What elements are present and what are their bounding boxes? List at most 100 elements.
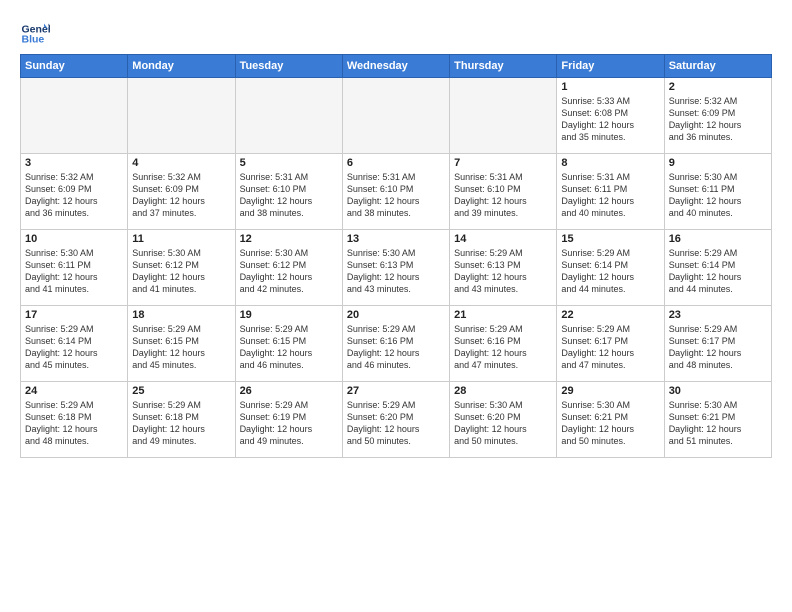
day-number: 20 xyxy=(347,309,445,321)
week-row-2: 3 Sunrise: 5:32 AM Sunset: 6:09 PM Daylig… xyxy=(21,154,772,230)
day-number: 5 xyxy=(240,157,338,169)
day-number: 6 xyxy=(347,157,445,169)
day-number: 3 xyxy=(25,157,123,169)
day-number: 10 xyxy=(25,233,123,245)
day-number: 11 xyxy=(132,233,230,245)
day-number: 21 xyxy=(454,309,552,321)
calendar-cell: 7 Sunrise: 5:31 AM Sunset: 6:10 PM Daylig… xyxy=(450,154,557,230)
calendar-cell: 22 Sunrise: 5:29 AM Sunset: 6:17 PM Dayli… xyxy=(557,306,664,382)
day-info: Sunrise: 5:29 AM Sunset: 6:14 PM Dayligh… xyxy=(669,247,767,296)
day-number: 27 xyxy=(347,385,445,397)
day-number: 17 xyxy=(25,309,123,321)
calendar-cell: 15 Sunrise: 5:29 AM Sunset: 6:14 PM Dayli… xyxy=(557,230,664,306)
day-info: Sunrise: 5:32 AM Sunset: 6:09 PM Dayligh… xyxy=(669,95,767,144)
day-header-monday: Monday xyxy=(128,55,235,78)
calendar-table: SundayMondayTuesdayWednesdayThursdayFrid… xyxy=(20,54,772,458)
day-info: Sunrise: 5:29 AM Sunset: 6:14 PM Dayligh… xyxy=(561,247,659,296)
day-info: Sunrise: 5:32 AM Sunset: 6:09 PM Dayligh… xyxy=(132,171,230,220)
week-row-5: 24 Sunrise: 5:29 AM Sunset: 6:18 PM Dayli… xyxy=(21,382,772,458)
day-info: Sunrise: 5:30 AM Sunset: 6:12 PM Dayligh… xyxy=(240,247,338,296)
day-info: Sunrise: 5:30 AM Sunset: 6:11 PM Dayligh… xyxy=(25,247,123,296)
day-info: Sunrise: 5:29 AM Sunset: 6:17 PM Dayligh… xyxy=(669,323,767,372)
logo-icon: General Blue xyxy=(20,16,50,46)
calendar-cell: 20 Sunrise: 5:29 AM Sunset: 6:16 PM Dayli… xyxy=(342,306,449,382)
calendar-cell: 13Sunrise: 5:30 AM Sunset: 6:13 PM Dayli… xyxy=(342,230,449,306)
day-info: Sunrise: 5:31 AM Sunset: 6:10 PM Dayligh… xyxy=(454,171,552,220)
calendar-cell xyxy=(450,78,557,154)
day-number: 15 xyxy=(561,233,659,245)
calendar-cell: 18 Sunrise: 5:29 AM Sunset: 6:15 PM Dayli… xyxy=(128,306,235,382)
day-number: 24 xyxy=(25,385,123,397)
calendar-cell: 4Sunrise: 5:32 AM Sunset: 6:09 PM Daylig… xyxy=(128,154,235,230)
calendar-cell: 24 Sunrise: 5:29 AM Sunset: 6:18 PM Dayli… xyxy=(21,382,128,458)
day-info: Sunrise: 5:29 AM Sunset: 6:19 PM Dayligh… xyxy=(240,399,338,448)
day-info: Sunrise: 5:31 AM Sunset: 6:10 PM Dayligh… xyxy=(240,171,338,220)
calendar-cell: 30 Sunrise: 5:30 AM Sunset: 6:21 PM Dayli… xyxy=(664,382,771,458)
day-info: Sunrise: 5:30 AM Sunset: 6:20 PM Dayligh… xyxy=(454,399,552,448)
day-number: 28 xyxy=(454,385,552,397)
day-info: Sunrise: 5:32 AM Sunset: 6:09 PM Dayligh… xyxy=(25,171,123,220)
calendar-cell: 12 Sunrise: 5:30 AM Sunset: 6:12 PM Dayli… xyxy=(235,230,342,306)
calendar-header-row: SundayMondayTuesdayWednesdayThursdayFrid… xyxy=(21,55,772,78)
day-number: 22 xyxy=(561,309,659,321)
day-number: 30 xyxy=(669,385,767,397)
day-header-friday: Friday xyxy=(557,55,664,78)
day-number: 9 xyxy=(669,157,767,169)
calendar-cell: 9Sunrise: 5:30 AM Sunset: 6:11 PM Daylig… xyxy=(664,154,771,230)
day-info: Sunrise: 5:29 AM Sunset: 6:16 PM Dayligh… xyxy=(347,323,445,372)
day-number: 2 xyxy=(669,81,767,93)
day-number: 7 xyxy=(454,157,552,169)
day-info: Sunrise: 5:33 AM Sunset: 6:08 PM Dayligh… xyxy=(561,95,659,144)
day-number: 29 xyxy=(561,385,659,397)
day-header-saturday: Saturday xyxy=(664,55,771,78)
day-info: Sunrise: 5:30 AM Sunset: 6:12 PM Dayligh… xyxy=(132,247,230,296)
day-info: Sunrise: 5:29 AM Sunset: 6:18 PM Dayligh… xyxy=(25,399,123,448)
logo: General Blue xyxy=(20,16,54,46)
svg-text:Blue: Blue xyxy=(22,33,45,45)
calendar-cell xyxy=(235,78,342,154)
day-info: Sunrise: 5:29 AM Sunset: 6:20 PM Dayligh… xyxy=(347,399,445,448)
day-header-thursday: Thursday xyxy=(450,55,557,78)
page-header: General Blue xyxy=(20,16,772,46)
calendar-cell: 1 Sunrise: 5:33 AM Sunset: 6:08 PM Daylig… xyxy=(557,78,664,154)
day-info: Sunrise: 5:30 AM Sunset: 6:21 PM Dayligh… xyxy=(561,399,659,448)
day-number: 8 xyxy=(561,157,659,169)
calendar-cell: 26 Sunrise: 5:29 AM Sunset: 6:19 PM Dayli… xyxy=(235,382,342,458)
day-info: Sunrise: 5:31 AM Sunset: 6:10 PM Dayligh… xyxy=(347,171,445,220)
day-info: Sunrise: 5:29 AM Sunset: 6:15 PM Dayligh… xyxy=(132,323,230,372)
calendar-cell: 23 Sunrise: 5:29 AM Sunset: 6:17 PM Dayli… xyxy=(664,306,771,382)
calendar-cell: 11 Sunrise: 5:30 AM Sunset: 6:12 PM Dayli… xyxy=(128,230,235,306)
day-number: 23 xyxy=(669,309,767,321)
calendar-cell: 3 Sunrise: 5:32 AM Sunset: 6:09 PM Daylig… xyxy=(21,154,128,230)
day-info: Sunrise: 5:29 AM Sunset: 6:13 PM Dayligh… xyxy=(454,247,552,296)
week-row-3: 10 Sunrise: 5:30 AM Sunset: 6:11 PM Dayli… xyxy=(21,230,772,306)
day-info: Sunrise: 5:29 AM Sunset: 6:17 PM Dayligh… xyxy=(561,323,659,372)
calendar-cell: 6 Sunrise: 5:31 AM Sunset: 6:10 PM Daylig… xyxy=(342,154,449,230)
calendar-cell: 5 Sunrise: 5:31 AM Sunset: 6:10 PM Daylig… xyxy=(235,154,342,230)
day-number: 26 xyxy=(240,385,338,397)
calendar-cell: 8 Sunrise: 5:31 AM Sunset: 6:11 PM Daylig… xyxy=(557,154,664,230)
day-number: 16 xyxy=(669,233,767,245)
calendar-cell: 10 Sunrise: 5:30 AM Sunset: 6:11 PM Dayli… xyxy=(21,230,128,306)
calendar-cell xyxy=(128,78,235,154)
calendar-cell: 28 Sunrise: 5:30 AM Sunset: 6:20 PM Dayli… xyxy=(450,382,557,458)
day-info: Sunrise: 5:30 AM Sunset: 6:21 PM Dayligh… xyxy=(669,399,767,448)
calendar-cell: 29 Sunrise: 5:30 AM Sunset: 6:21 PM Dayli… xyxy=(557,382,664,458)
day-number: 12 xyxy=(240,233,338,245)
day-number: 13 xyxy=(347,233,445,245)
day-number: 18 xyxy=(132,309,230,321)
day-number: 1 xyxy=(561,81,659,93)
calendar-cell: 25Sunrise: 5:29 AM Sunset: 6:18 PM Dayli… xyxy=(128,382,235,458)
day-info: Sunrise: 5:31 AM Sunset: 6:11 PM Dayligh… xyxy=(561,171,659,220)
day-header-sunday: Sunday xyxy=(21,55,128,78)
day-header-tuesday: Tuesday xyxy=(235,55,342,78)
calendar-cell: 16 Sunrise: 5:29 AM Sunset: 6:14 PM Dayli… xyxy=(664,230,771,306)
calendar-cell: 19Sunrise: 5:29 AM Sunset: 6:15 PM Dayli… xyxy=(235,306,342,382)
day-info: Sunrise: 5:29 AM Sunset: 6:14 PM Dayligh… xyxy=(25,323,123,372)
calendar-cell xyxy=(21,78,128,154)
day-number: 25 xyxy=(132,385,230,397)
calendar-cell: 27 Sunrise: 5:29 AM Sunset: 6:20 PM Dayli… xyxy=(342,382,449,458)
day-number: 14 xyxy=(454,233,552,245)
day-info: Sunrise: 5:29 AM Sunset: 6:15 PM Dayligh… xyxy=(240,323,338,372)
calendar-cell: 2 Sunrise: 5:32 AM Sunset: 6:09 PM Daylig… xyxy=(664,78,771,154)
